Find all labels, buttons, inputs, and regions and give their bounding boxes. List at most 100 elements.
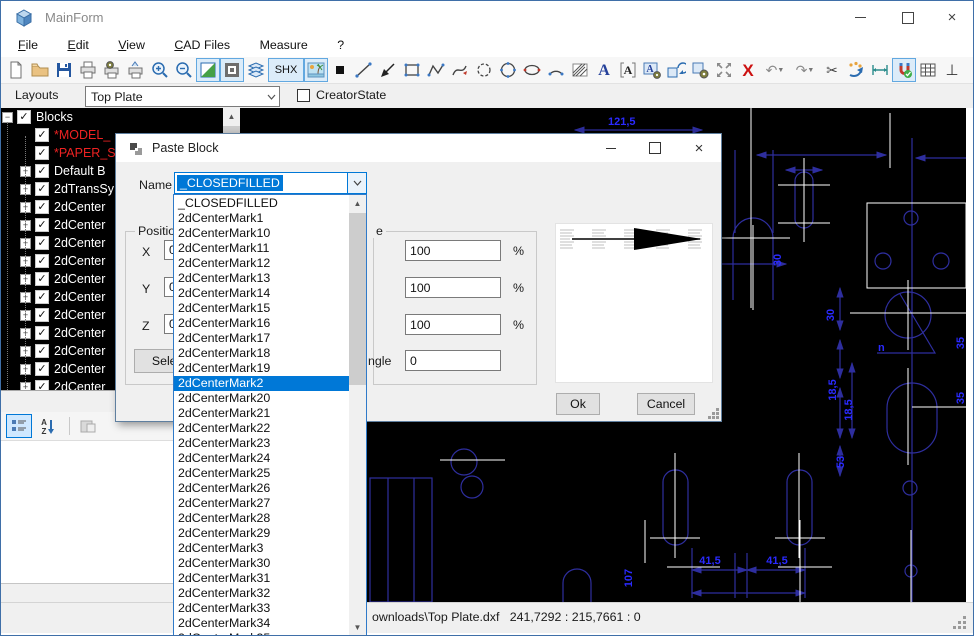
checkbox-icon[interactable]: ✓ [35,326,49,340]
text-button[interactable]: A [592,58,616,82]
draw-rectangle-button[interactable] [400,58,424,82]
collapse-icon[interactable]: − [2,112,13,123]
print-button[interactable] [76,58,100,82]
menu-file[interactable]: File [5,34,51,56]
shx-fonts-toggle[interactable]: SHX [268,58,304,82]
menu-view[interactable]: View [105,34,158,56]
dimension-button[interactable] [868,58,892,82]
viewport-toggle[interactable] [220,58,244,82]
scroll-down-icon[interactable]: ▼ [349,619,366,635]
snap-toggle[interactable] [892,58,916,82]
creatorstate-checkbox[interactable] [297,89,310,102]
dropdown-item[interactable]: 2dCenterMark22 [174,421,349,436]
checkbox-icon[interactable]: ✓ [35,236,49,250]
perpendicular-button[interactable]: ⊥ [940,58,964,82]
cut-button[interactable]: ✂ [820,58,844,82]
checkbox-icon[interactable]: ✓ [35,254,49,268]
dropdown-item[interactable]: 2dCenterMark15 [174,301,349,316]
dropdown-item[interactable]: 2dCenterMark33 [174,601,349,616]
dropdown-item[interactable]: 2dCenterMark11 [174,241,349,256]
dropdown-item[interactable]: 2dCenterMark24 [174,451,349,466]
draw-ellipse-button[interactable] [520,58,544,82]
dropdown-item[interactable]: 2dCenterMark29 [174,526,349,541]
paste-special-button[interactable] [844,58,868,82]
dropdown-item[interactable]: 2dCenterMark35 [174,631,349,635]
dialog-close-button[interactable]: × [682,134,716,162]
menu-cad-files[interactable]: CAD Files [161,34,243,56]
scale-y-field[interactable] [405,277,501,298]
scale-x-field[interactable] [405,240,501,261]
undo-button[interactable]: ↶▼ [760,58,790,82]
dropdown-item[interactable]: 2dCenterMark10 [174,226,349,241]
draw-arrow-button[interactable] [376,58,400,82]
ok-button[interactable]: Ok [556,393,600,415]
dropdown-item[interactable]: 2dCenterMark28 [174,511,349,526]
menu-measure[interactable]: Measure [247,34,321,56]
menu-edit[interactable]: Edit [54,34,101,56]
dropdown-item[interactable]: 2dCenterMark20 [174,391,349,406]
dropdown-item[interactable]: 2dCenterMark16 [174,316,349,331]
block-name-combobox[interactable]: _CLOSEDFILLED [174,172,367,194]
zoom-out-button[interactable] [172,58,196,82]
dropdown-item[interactable]: 2dCenterMark3 [174,541,349,556]
dropdown-scrollbar[interactable]: ▲ ▼ [349,195,366,635]
checkbox-icon[interactable]: ✓ [35,344,49,358]
checkbox-icon[interactable]: ✓ [17,110,31,124]
color-swatch-button[interactable] [328,58,352,82]
draw-polyline-button[interactable] [424,58,448,82]
checkbox-icon[interactable]: ✓ [35,218,49,232]
cancel-button[interactable]: Cancel [637,393,695,415]
dropdown-item[interactable]: 2dCenterMark34 [174,616,349,631]
draw-arc-button[interactable] [544,58,568,82]
checkbox-icon[interactable]: ✓ [35,146,49,160]
chevron-down-icon[interactable] [347,173,366,193]
scroll-up-icon[interactable]: ▲ [223,108,240,124]
checkbox-icon[interactable]: ✓ [35,308,49,322]
layers-button[interactable] [244,58,268,82]
checkbox-icon[interactable]: ✓ [35,380,49,390]
dropdown-item[interactable]: _CLOSEDFILLED [174,196,349,211]
dropdown-item[interactable]: 2dCenterMark1 [174,211,349,226]
dropdown-item[interactable]: 2dCenterMark25 [174,466,349,481]
draw-line-button[interactable] [352,58,376,82]
delete-button[interactable]: X [736,58,760,82]
dropdown-scrollbar-thumb[interactable] [349,213,366,385]
dropdown-item[interactable]: 2dCenterMark32 [174,586,349,601]
window-close-button[interactable]: × [929,1,974,34]
scale-z-field[interactable] [405,314,501,335]
checkbox-icon[interactable]: ✓ [35,290,49,304]
checkbox-icon[interactable]: ✓ [35,272,49,286]
background-image-toggle[interactable] [304,58,328,82]
dropdown-item[interactable]: 2dCenterMark18 [174,346,349,361]
draw-cloud-button[interactable] [472,58,496,82]
angle-field[interactable] [405,350,501,371]
block-insert-button[interactable] [664,58,688,82]
dropdown-item[interactable]: 2dCenterMark27 [174,496,349,511]
checkbox-icon[interactable]: ✓ [35,164,49,178]
dropdown-item[interactable]: 2dCenterMark12 [174,256,349,271]
dialog-minimize-button[interactable] [594,134,628,162]
zoom-extents-button[interactable] [712,58,736,82]
open-file-button[interactable] [28,58,52,82]
dropdown-item[interactable]: 2dCenterMark26 [174,481,349,496]
page-setup-button[interactable] [124,58,148,82]
resize-grip[interactable] [952,615,966,629]
dialog-resize-grip[interactable] [707,407,719,419]
dropdown-item[interactable]: 2dCenterMark23 [174,436,349,451]
fit-view-toggle[interactable] [196,58,220,82]
tree-root-blocks[interactable]: − ✓ Blocks [1,108,240,126]
checkbox-icon[interactable]: ✓ [35,182,49,196]
checkbox-icon[interactable]: ✓ [35,200,49,214]
checkbox-icon[interactable]: ✓ [35,362,49,376]
new-file-button[interactable] [4,58,28,82]
redo-button[interactable]: ↷▼ [790,58,820,82]
draw-circle-button[interactable] [496,58,520,82]
print-preview-button[interactable] [100,58,124,82]
window-maximize-button[interactable] [885,1,931,34]
checkbox-icon[interactable]: ✓ [35,128,49,142]
window-minimize-button[interactable] [837,1,883,34]
dropdown-item[interactable]: 2dCenterMark31 [174,571,349,586]
dialog-maximize-button[interactable] [638,134,672,162]
text-frame-button[interactable]: A [616,58,640,82]
dropdown-item[interactable]: 2dCenterMark21 [174,406,349,421]
